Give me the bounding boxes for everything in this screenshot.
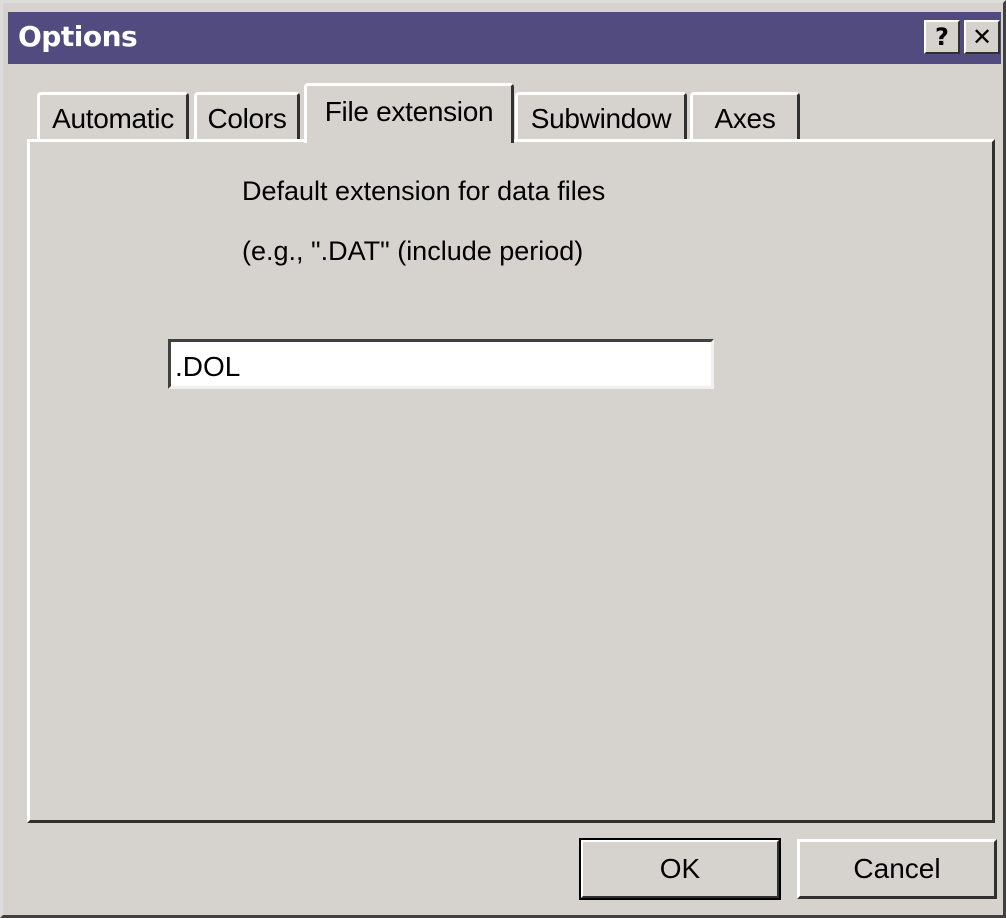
tab-axes[interactable]: Axes xyxy=(690,92,800,140)
tab-file-extension[interactable]: File extension xyxy=(304,83,514,143)
help-icon: ? xyxy=(935,23,949,51)
title-bar[interactable]: Options ? ✕ xyxy=(8,12,1001,64)
ok-button[interactable]: OK xyxy=(579,838,781,900)
options-dialog: Options ? ✕ Automatic Colors File extens… xyxy=(0,0,1006,918)
close-icon: ✕ xyxy=(971,23,993,51)
tab-label: Subwindow xyxy=(530,103,672,134)
tab-label: File extension xyxy=(324,96,494,127)
help-button[interactable]: ? xyxy=(924,20,960,54)
cancel-button[interactable]: Cancel xyxy=(797,839,997,899)
example-label: (e.g., ".DAT" (include period) xyxy=(242,236,584,266)
tab-label: Axes xyxy=(714,103,776,134)
close-button[interactable]: ✕ xyxy=(964,20,1000,54)
tab-label: Automatic xyxy=(52,103,174,134)
window-title: Options xyxy=(18,20,138,53)
tab-label: Colors xyxy=(207,103,287,134)
extension-input[interactable] xyxy=(168,339,714,389)
file-extension-panel: Default extension for data files (e.g., … xyxy=(27,139,995,823)
description-label: Default extension for data files xyxy=(242,176,606,206)
tab-subwindow[interactable]: Subwindow xyxy=(515,92,687,140)
tab-colors[interactable]: Colors xyxy=(194,92,300,140)
tab-automatic[interactable]: Automatic xyxy=(37,92,189,140)
